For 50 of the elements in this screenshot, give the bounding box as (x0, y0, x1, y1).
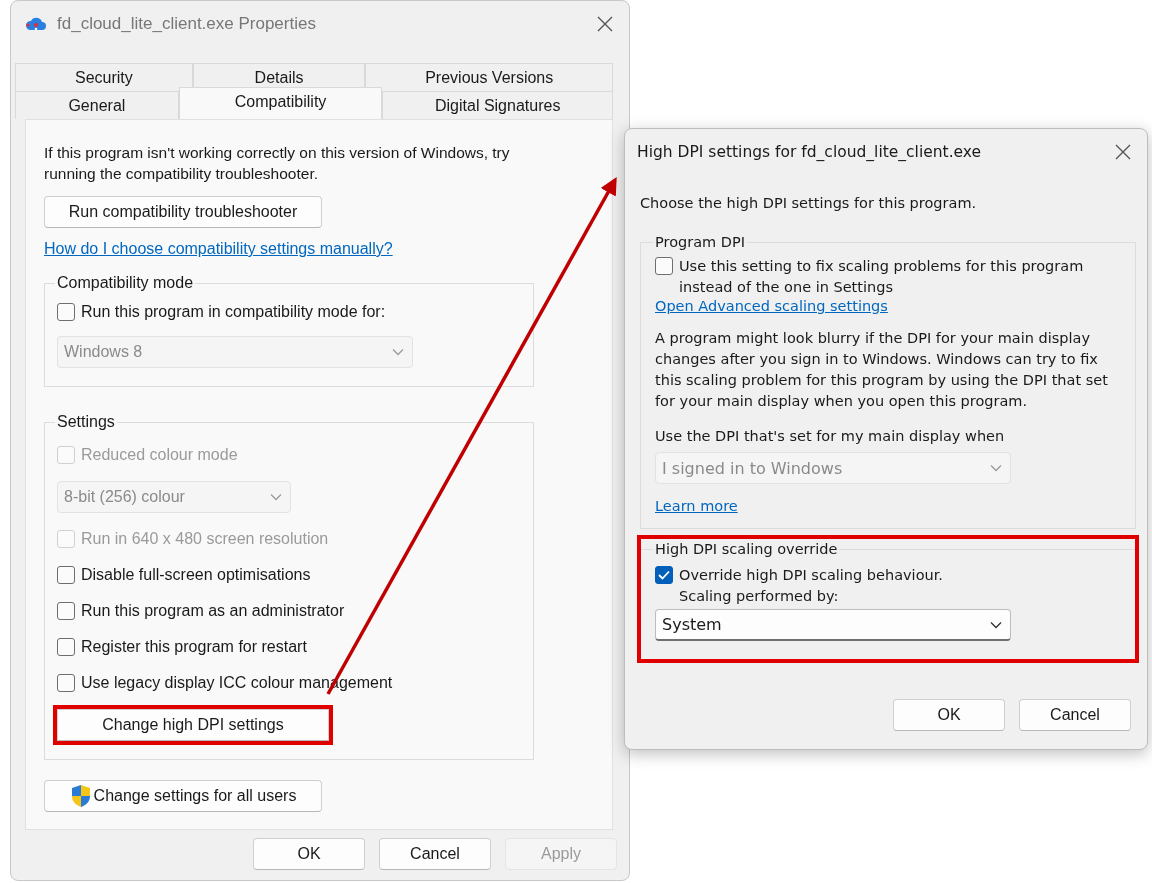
dpi-when-label: Use the DPI that's set for my main display when (655, 427, 1005, 446)
scaling-label: Scaling performed by: (679, 587, 839, 606)
group-label: Program DPI (654, 234, 746, 250)
tab[interactable]: Digital Signatures (382, 91, 613, 119)
group-label: Compatibility mode (56, 274, 195, 292)
checkmark-icon (658, 570, 670, 580)
chevron-down-icon (392, 348, 404, 356)
close-icon (1115, 144, 1131, 160)
group-label: Settings (56, 413, 116, 431)
checkbox-label: Run this program in compatibility mode for: (81, 302, 386, 322)
dropdown[interactable]: System (655, 609, 1011, 641)
shield-icon (69, 784, 92, 808)
dialog-intro: Choose the high DPI settings for this program. (640, 194, 977, 213)
dialog-button[interactable]: OK (253, 838, 365, 870)
troubleshooter-button[interactable]: Run compatibility troubleshooter (44, 196, 322, 228)
checkbox[interactable] (57, 602, 75, 620)
checkbox-label: Run this program as an administrator (81, 601, 345, 621)
dialog-title: High DPI settings for fd_cloud_lite_client.exe (637, 143, 983, 161)
checkbox-label: Disable full-screen optimisations (81, 565, 311, 585)
checkbox[interactable] (57, 303, 75, 321)
checkbox-label: Override high DPI scaling behaviour. (679, 566, 944, 585)
chevron-down-icon (990, 464, 1002, 472)
tab[interactable]: Previous Versions (365, 63, 613, 91)
group-label: High DPI scaling override (654, 541, 839, 557)
help-link[interactable]: How do I choose compatibility settings manually? (44, 240, 393, 258)
checkbox[interactable] (57, 638, 75, 656)
scaling-settings-link[interactable]: Open Advanced scaling settings (655, 298, 888, 314)
tab[interactable]: General (15, 91, 179, 119)
checkbox-label: Run in 640 x 480 screen resolution (81, 529, 329, 549)
checkbox[interactable] (57, 566, 75, 584)
checkbox-label: Use this setting to fix scaling problems for this program instead of the one in Settings (679, 257, 1085, 297)
dialog-button[interactable]: OK (893, 699, 1005, 731)
checkbox[interactable] (655, 566, 673, 584)
all-users-button[interactable]: Change settings for all users (44, 780, 322, 812)
intro-text: If this program isn't working correctly on this version of Windows, try running the compatibility troubleshooter. (44, 143, 511, 184)
learn-more-link[interactable]: Learn more (655, 498, 738, 514)
tab[interactable]: Security (15, 63, 193, 91)
checkbox[interactable] (57, 674, 75, 692)
dialog-button[interactable]: Cancel (379, 838, 491, 870)
close-icon (597, 16, 613, 32)
cloud-app-icon (25, 15, 47, 33)
checkbox-label: Reduced colour mode (81, 445, 238, 465)
window-title: fd_cloud_lite_client.exe Properties (57, 14, 317, 34)
description-text: A program might look blurry if the DPI for your main display changes after you sign in to Windows. Windows can try to fix this scaling problem for this program by using the DPI that set for your main display when you open this program. (655, 329, 1109, 411)
tab[interactable]: Compatibility (178, 87, 383, 119)
chevron-down-icon (990, 620, 1002, 629)
checkbox[interactable] (655, 257, 673, 275)
dialog-button[interactable]: Cancel (1019, 699, 1131, 731)
checkbox-label: Register this program for restart (81, 637, 307, 657)
chevron-down-icon (270, 493, 282, 501)
